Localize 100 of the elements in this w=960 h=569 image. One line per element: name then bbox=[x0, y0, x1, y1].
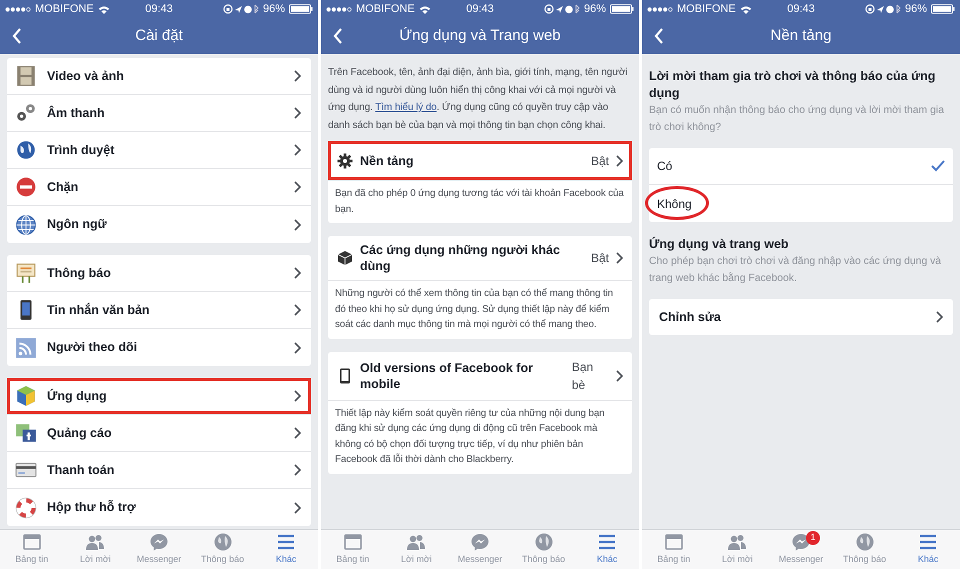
settings-row[interactable]: Người theo dõi bbox=[7, 329, 311, 366]
chevron-icon bbox=[293, 181, 301, 193]
battery-percent: 96% bbox=[584, 2, 606, 17]
battery-percent: 96% bbox=[904, 2, 927, 17]
status-icons-drawing bbox=[222, 4, 259, 14]
signal-icon bbox=[647, 6, 673, 12]
no-entry-icon bbox=[15, 176, 37, 198]
clock-time: 09:43 bbox=[787, 2, 815, 17]
setting-description: Bạn đã cho phép 0 ứng dụng tương tác với tài khoản Facebook của bạn. bbox=[334, 187, 625, 216]
setting-title: Các ứng dụng những người khác dùng bbox=[360, 242, 561, 274]
setting-value: Bật bbox=[590, 152, 609, 170]
screen-title: Cài đặt bbox=[134, 26, 184, 46]
clock-time: 09:43 bbox=[466, 2, 494, 17]
gear-icon bbox=[337, 152, 353, 168]
chevron-icon bbox=[615, 370, 623, 382]
chevron-icon bbox=[293, 107, 301, 119]
settings-row[interactable]: Video và ảnh bbox=[7, 58, 311, 95]
option-row[interactable]: Có bbox=[649, 148, 953, 185]
cube-icon bbox=[337, 250, 353, 266]
battery-icon bbox=[931, 4, 955, 14]
globe-icon bbox=[534, 532, 554, 552]
friends-icon bbox=[406, 532, 426, 552]
back-icon[interactable] bbox=[12, 28, 22, 44]
chat-icon bbox=[15, 422, 37, 444]
section-description: Cho phép bạn chơi trò chơi và đăng nhập vào các ứng dụng và trang web khác bằng Facebook. bbox=[649, 255, 942, 286]
setting-row[interactable]: Old versions of Facebook for mobile Bạn bè bbox=[328, 352, 632, 400]
status-icons-drawing bbox=[544, 4, 580, 14]
chevron-icon bbox=[615, 252, 623, 264]
chevron-icon bbox=[293, 267, 301, 279]
tab-item[interactable]: Khác bbox=[896, 530, 960, 569]
checkmark-icon bbox=[931, 160, 945, 172]
battery-icon bbox=[610, 4, 634, 14]
globe-icon bbox=[15, 214, 37, 236]
setting-value: Bật bbox=[590, 250, 609, 267]
settings-row[interactable]: Thông báo bbox=[7, 255, 311, 292]
feed-icon bbox=[22, 532, 42, 552]
setting-row[interactable]: Các ứng dụng những người khác dùng Bật bbox=[328, 236, 632, 281]
settings-row[interactable]: Thanh toán bbox=[7, 452, 311, 489]
chevron-icon bbox=[293, 304, 301, 316]
tab-item[interactable]: Khác bbox=[254, 530, 318, 569]
section-description: Bạn có muốn nhận thông báo cho ứng dụng và lời mời tham gia trò chơi không? bbox=[649, 104, 945, 135]
settings-row[interactable]: Chặn bbox=[7, 169, 311, 206]
row-label: Hộp thư hỗ trợ bbox=[47, 499, 137, 516]
phone-icon bbox=[337, 368, 353, 384]
battery-icon bbox=[289, 4, 313, 14]
messenger-icon bbox=[470, 532, 490, 552]
tab-item[interactable]: Khác bbox=[575, 530, 639, 569]
chevron-icon bbox=[293, 342, 301, 354]
lifebuoy-icon bbox=[15, 496, 37, 518]
film-icon bbox=[15, 65, 37, 87]
row-label: Người theo dõi bbox=[47, 339, 138, 356]
globe-icon bbox=[15, 139, 37, 161]
chevron-icon bbox=[293, 218, 301, 230]
learn-why-link[interactable]: Tìm hiểu lý do bbox=[375, 102, 437, 113]
feed-icon bbox=[342, 532, 363, 552]
wifi-icon bbox=[418, 4, 431, 14]
messenger-icon bbox=[790, 532, 811, 552]
chevron-icon bbox=[293, 427, 301, 439]
cube-icon bbox=[15, 385, 37, 407]
option-label: Không bbox=[657, 194, 692, 212]
carrier-name: MOBIFONE bbox=[677, 2, 736, 17]
section-heading: Lời mời tham gia trò chơi và thông báo của ứng dụng bbox=[649, 68, 936, 102]
option-label: Có bbox=[657, 158, 672, 175]
setting-description: Những người có thể xem thông tin của bạn có thể mang thông tin đó theo khi họ sử dụng ứng dụng. Sử dụng thiết lập này để kiểm soát các danh mục thông tin mà mọi người có thể mang theo. bbox=[334, 287, 614, 332]
chevron-icon bbox=[293, 70, 301, 82]
row-label: Thanh toán bbox=[47, 462, 116, 479]
settings-row[interactable]: Ngôn ngữ bbox=[7, 206, 311, 243]
setting-title: Nền tảng bbox=[360, 152, 414, 168]
row-label: Chặn bbox=[47, 178, 80, 196]
feed-icon bbox=[664, 532, 684, 552]
row-label: Âm thanh bbox=[47, 104, 106, 122]
section-heading: Ứng dụng và trang web bbox=[649, 236, 790, 253]
signal-icon bbox=[326, 6, 352, 12]
settings-row[interactable]: Tin nhắn văn bản bbox=[7, 292, 311, 329]
wifi-icon bbox=[98, 4, 110, 14]
friends-icon bbox=[85, 532, 106, 552]
chevron-icon bbox=[615, 154, 623, 166]
carrier-name: MOBIFONE bbox=[35, 2, 94, 17]
rss-icon bbox=[15, 336, 37, 358]
chevron-icon bbox=[293, 464, 301, 476]
back-icon[interactable] bbox=[333, 28, 343, 44]
back-icon[interactable] bbox=[654, 28, 664, 44]
row-label: Tin nhắn văn bản bbox=[47, 302, 151, 319]
clock-time: 09:43 bbox=[145, 2, 173, 17]
setting-row[interactable]: Nền tảng Bật bbox=[328, 141, 632, 181]
edit-button[interactable]: Chỉnh sửa bbox=[649, 299, 953, 335]
settings-row[interactable]: Trình duyệt bbox=[7, 132, 311, 169]
wifi-icon bbox=[740, 4, 752, 14]
settings-row[interactable]: Quảng cáo bbox=[7, 415, 311, 452]
row-label: Ngôn ngữ bbox=[47, 216, 108, 234]
option-row[interactable]: Không bbox=[649, 185, 953, 222]
setting-title: Old versions of Facebook for mobile bbox=[360, 360, 534, 392]
battery-percent: 96% bbox=[262, 2, 285, 17]
settings-row[interactable]: Âm thanh bbox=[7, 95, 311, 132]
tab-item[interactable]: Messenger 1 bbox=[769, 530, 833, 569]
signal-icon bbox=[5, 6, 31, 12]
row-label: Video và ảnh bbox=[47, 68, 125, 85]
chevron-icon bbox=[293, 144, 301, 156]
settings-row[interactable]: Hộp thư hỗ trợ bbox=[7, 489, 311, 526]
settings-row[interactable]: Ứng dụng bbox=[7, 378, 311, 415]
